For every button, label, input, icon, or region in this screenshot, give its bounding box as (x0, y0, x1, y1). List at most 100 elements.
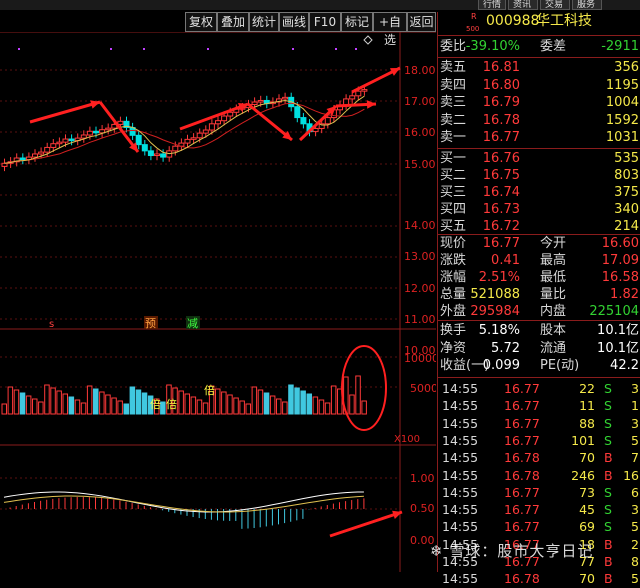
trade-row: 14:55 16.77 11 S 1 (442, 398, 639, 414)
price-tick: 15.00 (404, 158, 436, 171)
volume-tick: 5000 (410, 382, 436, 395)
ask-volume: 1195 (605, 77, 639, 93)
stock-header: R 500 000988 华工科技 (438, 12, 640, 33)
tab-quotes[interactable]: 行情 (478, 0, 506, 10)
volume-tick: 10000 (404, 352, 436, 365)
bid-row: 买五 16.72 214 (438, 218, 640, 236)
back-button[interactable]: 返回 (407, 12, 436, 32)
volume-unit: X100 (394, 434, 420, 445)
stock-code: 000988 (486, 13, 540, 29)
ask-volume: 356 (614, 60, 639, 75)
trade-row: 14:55 16.77 45 S 3 (442, 502, 639, 518)
bid-volume: 375 (614, 185, 639, 200)
weibi-row: 委比 -39.10% 委差 -2911 (440, 39, 639, 54)
ask-label: 卖一 (440, 130, 467, 146)
trade-row: 14:55 16.77 22 S 3 (442, 381, 639, 396)
ask-label: 卖二 (440, 112, 467, 128)
bid-price: 16.74 (482, 185, 520, 200)
trade-row: 14:55 16.77 88 S 3 (442, 415, 639, 431)
stats-row: 换手 5.18% 股本 10.1亿 (440, 323, 639, 338)
top-strip: 行情 资讯 交易 服务 (0, 0, 640, 10)
bid-price: 16.73 (482, 202, 520, 217)
quote-row: 总量 521088 量比 1.82 (440, 287, 639, 302)
ask-row: 卖四 16.80 1195 (438, 77, 640, 95)
ask-price: 16.79 (482, 95, 520, 111)
chart-toolbar: 复权 叠加 统计 画线 F10 标记 +自选 返回 (0, 12, 436, 47)
bid-label: 买五 (440, 219, 467, 234)
bid-price: 16.76 (482, 151, 520, 166)
diamond-icon (363, 35, 373, 45)
kline-chart[interactable]: 18.00 17.00 16.00 15.00 14.00 13.00 12.0… (0, 32, 436, 572)
bid-volume: 803 (614, 168, 639, 183)
macd-tick: 1.00 (410, 472, 435, 485)
stats-button[interactable]: 统计 (249, 12, 279, 32)
add-watchlist-button[interactable]: +自选 (373, 12, 407, 47)
bid-row: 买四 16.73 340 (438, 201, 640, 219)
ask-price: 16.80 (482, 77, 520, 93)
ask-volume: 1592 (605, 112, 639, 128)
price-tick: 13.00 (404, 250, 436, 263)
quote-row: 现价 16.77 今开 16.60 (440, 236, 639, 251)
draw-line-button[interactable]: 画线 (279, 12, 309, 32)
marker-s: s (49, 319, 54, 330)
trade-row: 14:55 16.78 70 B 7 (442, 450, 639, 466)
macd-tick: 0.50 (410, 502, 435, 515)
ask-label: 卖五 (440, 60, 467, 75)
bid-volume: 214 (614, 219, 639, 234)
bid-label: 买二 (440, 168, 467, 183)
bid-volume: 535 (614, 151, 639, 166)
ask-price: 16.78 (482, 112, 520, 128)
mark-button[interactable]: 标记 (341, 12, 373, 32)
quote-row: 涨跌 0.41 最高 17.09 (440, 253, 639, 268)
macd-histogram (9, 497, 365, 529)
purple-dots (18, 48, 357, 50)
ask-label: 卖四 (440, 77, 467, 93)
snowball-logo-icon: ❄ (430, 542, 444, 560)
ask-label: 卖三 (440, 95, 467, 111)
ask-volume: 1031 (605, 130, 639, 146)
ask-row: 卖三 16.79 1004 (438, 94, 640, 112)
tab-service[interactable]: 服务 (572, 0, 602, 10)
stats-row: 净资 5.72 流通 10.1亿 (440, 340, 639, 356)
tab-news[interactable]: 资讯 (508, 0, 538, 10)
f10-button[interactable]: F10 (309, 12, 341, 32)
ask-row: 卖五 16.81 356 (438, 59, 640, 77)
watermark: ❄ 雪球：股市大亨日记 (430, 542, 594, 560)
marker-bei-2: 倍 (166, 397, 177, 411)
bid-row: 买一 16.76 535 (438, 150, 640, 168)
tab-trade[interactable]: 交易 (540, 0, 570, 10)
trade-row: 14:55 16.77 69 S 5 (442, 519, 639, 535)
bid-label: 买三 (440, 185, 467, 200)
trade-row: 14:55 16.77 73 S 6 (442, 484, 639, 500)
ask-row: 卖一 16.77 1031 (438, 129, 640, 147)
marker-jian: 减 (187, 317, 198, 330)
price-tick: 17.00 (404, 95, 436, 108)
marker-bei-1: 倍 (150, 397, 161, 411)
bid-price: 16.72 (482, 219, 520, 234)
bid-price: 16.75 (482, 168, 520, 183)
quote-row: 涨幅 2.51% 最低 16.58 (440, 270, 639, 285)
price-tick: 16.00 (404, 126, 436, 139)
macd-dea-line (3, 495, 364, 513)
trade-row: 14:55 16.78 70 B 5 (442, 571, 639, 587)
fuquan-button[interactable]: 复权 (185, 12, 217, 32)
bid-volume: 340 (614, 202, 639, 217)
price-tick: 12.00 (404, 282, 436, 295)
quote-row: 外盘 295984 内盘 225104 (440, 304, 639, 319)
macd-axis: 1.00 0.50 0.00 (410, 472, 435, 547)
overlay-button[interactable]: 叠加 (217, 12, 249, 32)
marker-bei-3: 倍 (204, 383, 215, 397)
ask-price: 16.81 (482, 60, 520, 75)
chart-area[interactable]: 18.00 17.00 16.00 15.00 14.00 13.00 12.0… (0, 32, 436, 572)
volume-bars (1, 375, 367, 415)
bid-label: 买四 (440, 202, 467, 217)
bid-label: 买一 (440, 151, 467, 166)
moving-average-line (4, 102, 365, 164)
quote-panel: R 500 000988 华工科技 委比 -39.10% 委差 -2911 卖五… (437, 12, 640, 586)
trade-row: 14:55 16.78 246 B 16 (442, 467, 639, 483)
price-tick: 18.00 (404, 64, 436, 77)
price-axis: 18.00 17.00 16.00 15.00 14.00 13.00 12.0… (404, 64, 436, 357)
ask-row: 卖二 16.78 1592 (438, 112, 640, 130)
price-tick: 11.00 (404, 313, 436, 326)
bid-row: 买二 16.75 803 (438, 167, 640, 185)
